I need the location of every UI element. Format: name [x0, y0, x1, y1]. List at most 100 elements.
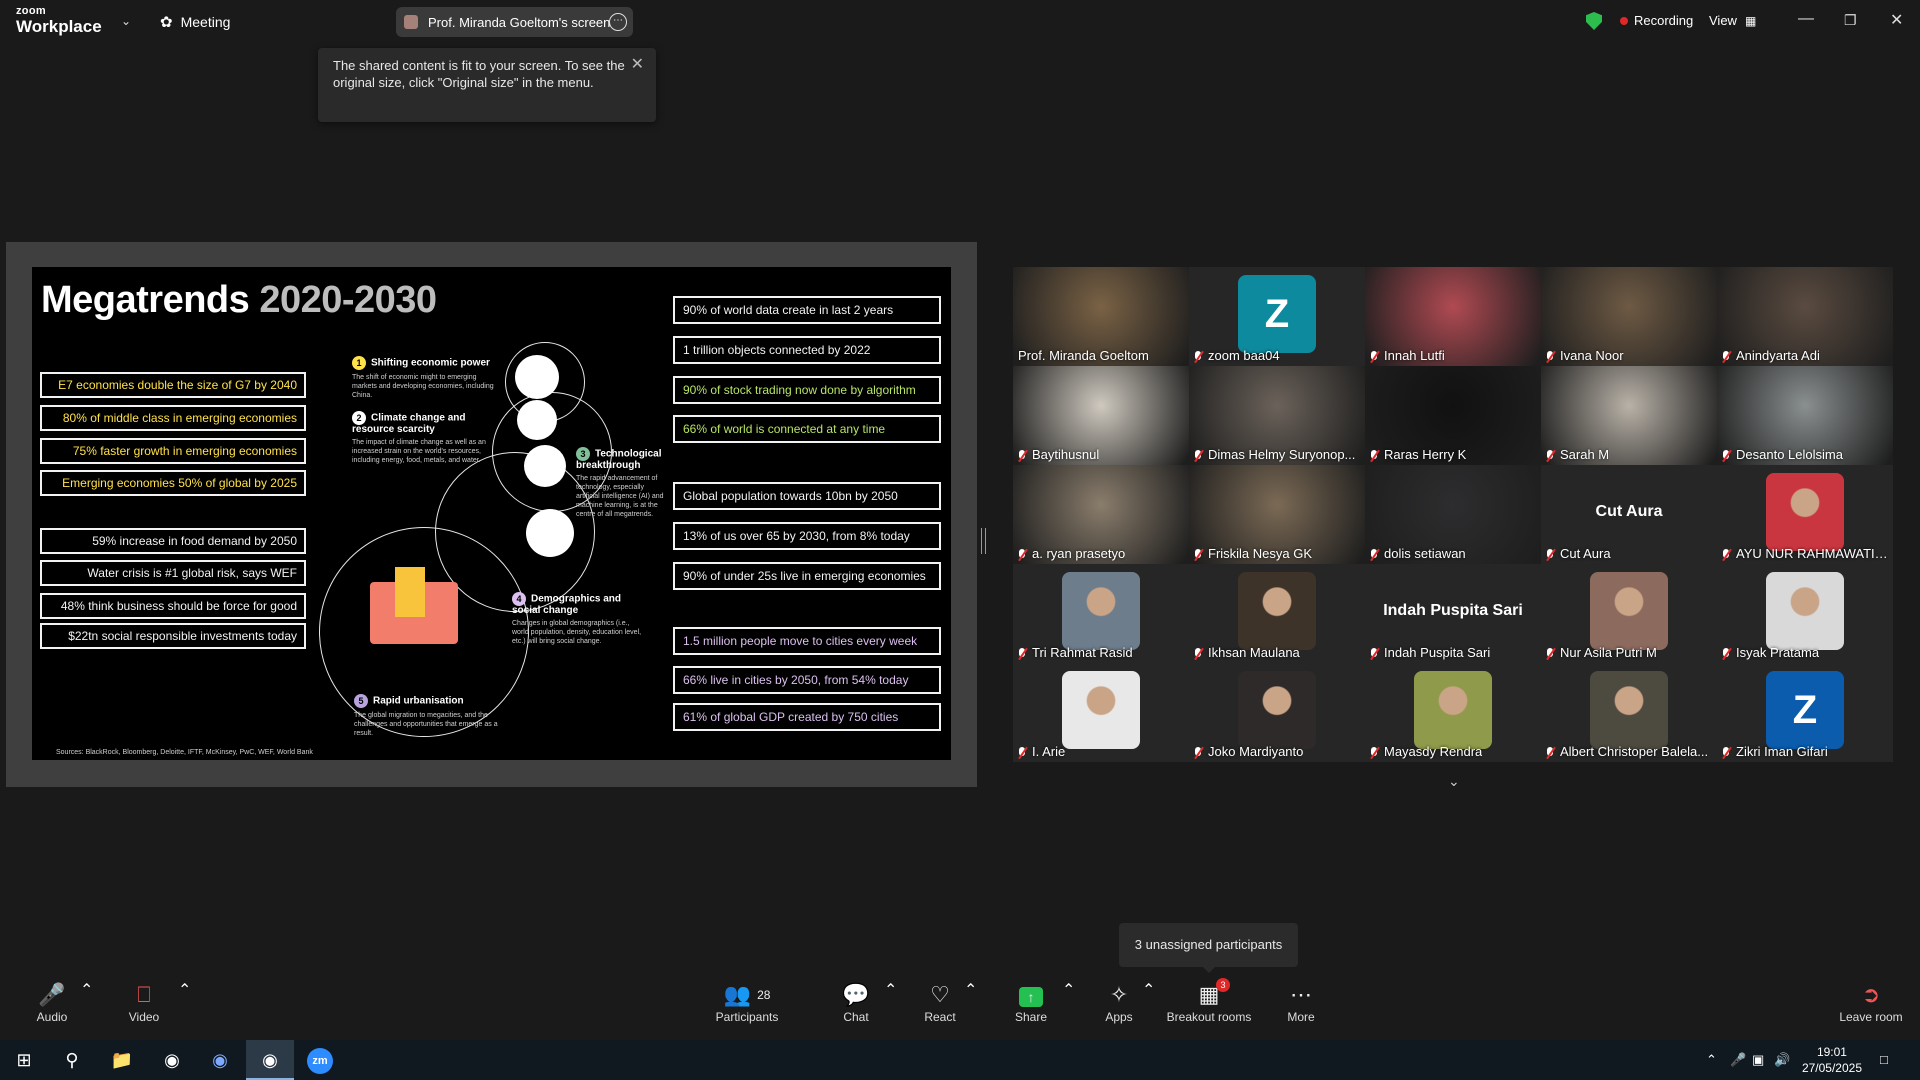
participant-tile[interactable]: Joko Mardiyanto [1189, 663, 1365, 762]
participant-tile[interactable]: Zzoom baa04 [1189, 267, 1365, 366]
participant-tile[interactable]: Anindyarta Adi [1717, 267, 1893, 366]
apps-button[interactable]: ✧ Apps [1101, 980, 1137, 1040]
more-dots-icon: ⋯ [1290, 982, 1312, 1007]
restore-icon[interactable]: ❐ [1844, 12, 1857, 29]
react-options-caret-icon[interactable]: ⌃ [964, 980, 977, 1000]
right-fact: 1.5 million people move to cities every … [673, 627, 941, 655]
participant-tile[interactable]: Prof. Miranda Goeltom [1013, 267, 1189, 366]
left-fact: 48% think business should be force for g… [40, 593, 306, 619]
breakout-rooms-button[interactable]: ▦ 3 Breakout rooms [1166, 978, 1252, 1040]
minimize-icon[interactable]: — [1798, 10, 1814, 28]
meeting-menu[interactable]: ✿ Meeting [160, 13, 230, 31]
participant-name: Ivana Noor [1546, 348, 1624, 363]
participant-tile[interactable]: a. ryan prasetyo [1013, 465, 1189, 564]
tray-mic-icon[interactable]: 🎤 [1730, 1052, 1746, 1068]
chevron-down-icon[interactable]: ⌄ [121, 14, 131, 28]
right-fact: 90% of under 25s live in emerging econom… [673, 562, 941, 590]
participant-name: Cut Aura [1546, 546, 1611, 561]
chrome-icon[interactable]: ◉ [148, 1040, 196, 1080]
tray-chevron-icon[interactable]: ⌃ [1706, 1052, 1717, 1068]
mic-muted-icon [1018, 449, 1026, 462]
mic-muted-icon [1722, 350, 1730, 363]
participant-name: Isyak Pratama [1722, 645, 1819, 660]
mic-muted-icon [1546, 647, 1554, 660]
slide-sources: Sources: BlackRock, Bloomberg, Deloitte,… [56, 749, 313, 756]
tray-volume-icon[interactable]: 🔊 [1774, 1052, 1790, 1068]
chrome-blue-icon[interactable]: ◉ [196, 1040, 244, 1080]
chat-button[interactable]: 💬 Chat [838, 980, 874, 1040]
participant-tile[interactable]: Indah Puspita Sari Indah Puspita Sari [1365, 564, 1541, 663]
participant-tile[interactable]: Nur Asila Putri M [1541, 564, 1717, 663]
paw-icon: ✿ [160, 14, 173, 31]
participant-tile[interactable]: Albert Christoper Balela... [1541, 663, 1717, 762]
tooltip-close-icon[interactable]: ✕ [631, 54, 644, 74]
participant-tile[interactable]: Tri Rahmat Rasid [1013, 564, 1189, 663]
participant-name: Dimas Helmy Suryonop... [1194, 447, 1355, 462]
mic-muted-icon [1370, 350, 1378, 363]
close-icon[interactable]: ✕ [1890, 10, 1903, 30]
meeting-toolbar: 🎤 Audio ⌃ ⎕ Video ⌃ 👥 28 Participants 💬 … [0, 978, 1920, 1040]
participant-tile[interactable]: dolis setiawan [1365, 465, 1541, 564]
leave-room-button[interactable]: ➲ Leave room [1838, 980, 1904, 1040]
mic-muted-icon [1018, 647, 1026, 660]
participant-tile[interactable]: Sarah M [1541, 366, 1717, 465]
recording-dot-icon [1620, 16, 1628, 25]
participants-button[interactable]: 👥 28 Participants [712, 980, 782, 1040]
file-explorer-icon[interactable]: 📁 [98, 1040, 146, 1080]
search-icon[interactable]: ⚲ [48, 1040, 96, 1080]
participant-tile[interactable]: Z Zikri Iman Gifari [1717, 663, 1893, 762]
participant-tile[interactable]: Ivana Noor [1541, 267, 1717, 366]
recording-indicator[interactable]: Recording [1620, 13, 1693, 28]
audio-options-caret-icon[interactable]: ⌃ [80, 980, 93, 1000]
splitter-handle[interactable] [981, 528, 986, 554]
participant-name: Desanto Lelolsima [1722, 447, 1843, 462]
share-options-caret-icon[interactable]: ⌃ [1062, 980, 1075, 1000]
participant-tile[interactable]: Cut Aura Cut Aura [1541, 465, 1717, 564]
participant-photo [1062, 572, 1140, 650]
participant-tile[interactable]: Dimas Helmy Suryonop... [1189, 366, 1365, 465]
zoom-logo[interactable]: zoom Workplace [16, 6, 102, 36]
react-button[interactable]: ♡ React [922, 980, 958, 1040]
chrome-active-icon[interactable]: ◉ [246, 1040, 294, 1080]
mic-muted-icon [1370, 647, 1378, 660]
participant-tile[interactable]: Friskila Nesya GK [1189, 465, 1365, 564]
apps-options-caret-icon[interactable]: ⌃ [1142, 980, 1155, 1000]
participant-tile[interactable]: I. Arie [1013, 663, 1189, 762]
gallery-down-chevron-icon[interactable]: ⌄ [1448, 773, 1460, 790]
more-button[interactable]: ⋯ More [1283, 980, 1319, 1040]
participant-tile[interactable]: Desanto Lelolsima [1717, 366, 1893, 465]
notification-icon[interactable]: □ [1880, 1052, 1888, 1067]
participant-tile[interactable]: Isyak Pratama [1717, 564, 1893, 663]
trend-3: 3 Technological breakthrough The rapid ad… [576, 447, 664, 518]
participant-name: Friskila Nesya GK [1194, 546, 1312, 561]
taskbar-clock[interactable]: 19:01 27/05/2025 [1802, 1044, 1862, 1076]
zoom-taskbar-icon[interactable]: zm [296, 1040, 344, 1080]
shield-icon[interactable] [1586, 12, 1602, 30]
participant-tile[interactable]: Raras Herry K [1365, 366, 1541, 465]
windows-start-icon[interactable]: ⊞ [0, 1040, 48, 1080]
left-fact: $22tn social responsible investments tod… [40, 623, 306, 649]
participant-tile[interactable]: Mayasdy Rendra [1365, 663, 1541, 762]
participant-name: Anindyarta Adi [1722, 348, 1820, 363]
video-button[interactable]: ⎕ Video [120, 980, 168, 1040]
right-fact: 1 trillion objects connected by 2022 [673, 336, 941, 364]
share-button[interactable]: ↑ Share [1013, 980, 1049, 1040]
right-fact: 13% of us over 65 by 2030, from 8% today [673, 522, 941, 550]
left-fact: Emerging economies 50% of global by 2025 [40, 470, 306, 496]
unassigned-participants-tooltip: 3 unassigned participants [1119, 923, 1298, 973]
tray-network-icon[interactable]: ▣ [1752, 1052, 1764, 1068]
more-options-icon[interactable]: ⋯ [609, 13, 627, 31]
view-button[interactable]: View ▦ [1709, 13, 1756, 28]
magnifier-chart-icon [526, 509, 574, 557]
audio-button[interactable]: 🎤 Audio [28, 980, 76, 1040]
screen-share-pill[interactable]: Prof. Miranda Goeltom's screen ⋯ [396, 7, 633, 37]
chat-options-caret-icon[interactable]: ⌃ [884, 980, 897, 1000]
participant-tile[interactable]: Baytihusnul [1013, 366, 1189, 465]
participant-photo [1062, 671, 1140, 749]
apps-icon: ✧ [1109, 982, 1129, 1007]
participant-tile[interactable]: Ikhsan Maulana [1189, 564, 1365, 663]
video-options-caret-icon[interactable]: ⌃ [178, 980, 191, 1000]
left-fact: 59% increase in food demand by 2050 [40, 528, 306, 554]
participant-tile[interactable]: AYU NUR RAHMAWATI, ... [1717, 465, 1893, 564]
participant-tile[interactable]: Innah Lutfi [1365, 267, 1541, 366]
